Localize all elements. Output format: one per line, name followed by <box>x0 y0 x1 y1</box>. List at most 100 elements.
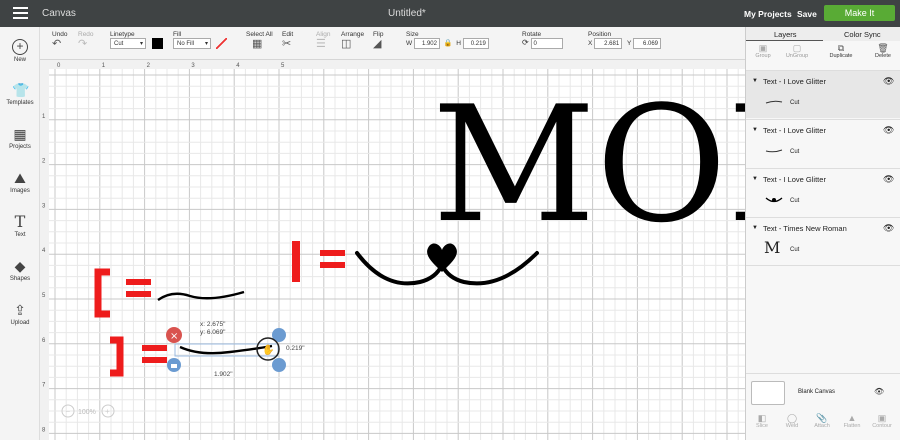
chevron-down-icon[interactable]: ▼ <box>752 78 758 84</box>
linetype-select[interactable]: Cut <box>110 38 146 49</box>
redo-group[interactable]: Redo ↷ <box>78 31 94 50</box>
undo-group[interactable]: Undo ↶ <box>52 31 68 50</box>
flip-group[interactable]: Flip ◢ <box>373 31 383 50</box>
position-x-input[interactable]: 2.681 <box>594 38 623 49</box>
arrange-group[interactable]: Arrange ◫ <box>341 31 364 50</box>
close-icon: × <box>170 331 178 342</box>
attach-button[interactable]: 📎 Attach <box>808 413 836 429</box>
layer-thumbnail <box>765 149 783 153</box>
big-text-moi[interactable]: MOI <box>432 71 745 258</box>
flatten-button[interactable]: ▲ Flatten <box>838 413 866 429</box>
document-title[interactable]: Untitled* <box>388 8 426 19</box>
left-sidebar: + New 👕 Templates ▦ Projects ⛰ Images T … <box>0 27 40 440</box>
weld-button[interactable]: ◯ Weld <box>778 413 806 429</box>
size-height-input[interactable]: 0.219 <box>462 38 489 49</box>
chevron-down-icon[interactable]: ▼ <box>752 225 758 231</box>
blank-canvas-label: Blank Canvas <box>798 389 836 395</box>
undo-icon[interactable]: ↶ <box>52 38 61 50</box>
red-open-bracket-equals[interactable] <box>94 268 151 318</box>
ungroup-button[interactable]: ▢ UnGroup <box>782 43 812 59</box>
sidebar-item-images[interactable]: ⛰ Images <box>0 170 40 194</box>
flatten-label: Flatten <box>843 423 861 429</box>
layer-item[interactable]: ▼ Text - Times New Roman 👁 M Cut <box>746 217 900 265</box>
plus-circle-icon: + <box>12 39 28 55</box>
sidebar-item-text[interactable]: T Text <box>0 214 40 239</box>
minus-icon: − <box>66 407 71 416</box>
edit-label: Edit <box>282 31 294 38</box>
layer-item[interactable]: ▼ Text - I Love Glitter 👁 Cut <box>746 119 900 167</box>
red-bar-equals[interactable] <box>292 241 345 282</box>
eye-hidden-icon[interactable]: 👁 <box>874 387 884 396</box>
edit-group[interactable]: Edit ✂ <box>282 31 293 50</box>
grid-icon: ▦ <box>13 126 27 142</box>
resize-handle[interactable] <box>272 358 286 372</box>
select-all-icon[interactable]: ▦ <box>252 38 262 50</box>
sidebar-item-label: Shapes <box>9 276 31 282</box>
fill-group: Fill No Fill <box>173 31 227 49</box>
redo-icon[interactable]: ↷ <box>78 38 87 50</box>
zoom-control: − 100% + <box>61 404 115 418</box>
arrange-icon[interactable]: ◫ <box>341 38 351 50</box>
eye-icon[interactable]: 👁 <box>883 76 894 87</box>
tab-layers[interactable]: Layers <box>774 30 797 39</box>
shapes-icon: ◆ <box>14 258 26 274</box>
duplicate-button[interactable]: ⧉ Duplicate <box>826 43 856 59</box>
layer-title: Text - I Love Glitter <box>763 175 826 184</box>
sidebar-item-label: Projects <box>9 144 31 150</box>
canvas-svg[interactable]: 01234512345678 MOI <box>40 60 745 440</box>
eye-icon[interactable]: 👁 <box>883 223 894 234</box>
layer-item[interactable]: ▼ Text - I Love Glitter 👁 Cut <box>746 70 900 118</box>
fill-select[interactable]: No Fill <box>173 38 211 49</box>
fill-none-swatch[interactable] <box>215 38 227 49</box>
arrange-label: Arrange <box>341 31 365 38</box>
align-group[interactable]: Align ☰ <box>316 31 330 50</box>
position-y-input[interactable]: 6.069 <box>633 38 661 49</box>
eye-icon[interactable]: 👁 <box>883 174 894 185</box>
flip-icon[interactable]: ◢ <box>373 38 381 50</box>
delete-button[interactable]: 🗑 Delete <box>868 43 898 59</box>
group-label: Group <box>755 53 771 59</box>
top-bar: Canvas Untitled* My Projects Save Make I… <box>0 0 900 27</box>
plus-icon: + <box>105 407 110 416</box>
panel-tabs: Layers Color Sync <box>746 27 900 41</box>
contour-label: Contour <box>872 423 892 429</box>
contour-button[interactable]: ▣ Contour <box>868 413 896 429</box>
eye-icon[interactable]: 👁 <box>883 125 894 136</box>
menu-icon[interactable] <box>13 7 28 19</box>
sidebar-item-upload[interactable]: ⇪ Upload <box>0 302 40 326</box>
tab-color-sync[interactable]: Color Sync <box>844 30 881 39</box>
duplicate-label: Duplicate <box>829 53 853 59</box>
lock-icon[interactable]: 🔒 <box>444 40 453 47</box>
align-icon[interactable]: ☰ <box>316 38 326 50</box>
linetype-color-swatch[interactable] <box>151 38 163 49</box>
save-button[interactable]: Save <box>797 9 817 19</box>
blank-canvas-swatch[interactable] <box>751 381 785 405</box>
size-width-input[interactable]: 1.902 <box>413 38 440 49</box>
my-projects-button[interactable]: My Projects <box>744 9 792 19</box>
slice-button[interactable]: ◧ Slice <box>748 413 776 429</box>
sidebar-item-label: Text <box>14 232 26 238</box>
rotate-input[interactable]: 0 <box>530 38 563 49</box>
layer-title: Text - Times New Roman <box>763 224 847 233</box>
selected-object[interactable]: × ✋ x: 2.675" y: 6.069" 0.219" 1.902" <box>166 321 305 378</box>
select-all-group[interactable]: Select All ▦ <box>246 31 273 50</box>
sidebar-item-templates[interactable]: 👕 Templates <box>0 82 40 106</box>
red-close-bracket-equals[interactable] <box>110 336 167 377</box>
duplicate-icon: ⧉ <box>837 43 845 53</box>
selection-x-readout: x: 2.675" <box>200 321 226 328</box>
sidebar-item-new[interactable]: + New <box>0 39 40 63</box>
make-it-button[interactable]: Make It <box>824 5 895 21</box>
group-button[interactable]: ▣ Group <box>748 43 778 59</box>
chevron-down-icon[interactable]: ▼ <box>752 127 758 133</box>
design-canvas[interactable]: 01234512345678 MOI <box>40 60 745 440</box>
scissors-icon[interactable]: ✂ <box>282 38 291 50</box>
size-h-label: H <box>456 40 461 47</box>
pos-x-label: X <box>588 40 593 47</box>
sidebar-item-projects[interactable]: ▦ Projects <box>0 126 40 150</box>
chevron-down-icon[interactable]: ▼ <box>752 176 758 182</box>
sidebar-item-shapes[interactable]: ◆ Shapes <box>0 258 40 282</box>
attach-label: Attach <box>814 423 830 429</box>
layer-item[interactable]: ▼ Text - I Love Glitter 👁 Cut <box>746 168 900 216</box>
slice-icon: ◧ <box>757 413 767 423</box>
sidebar-item-label: Templates <box>6 100 34 106</box>
